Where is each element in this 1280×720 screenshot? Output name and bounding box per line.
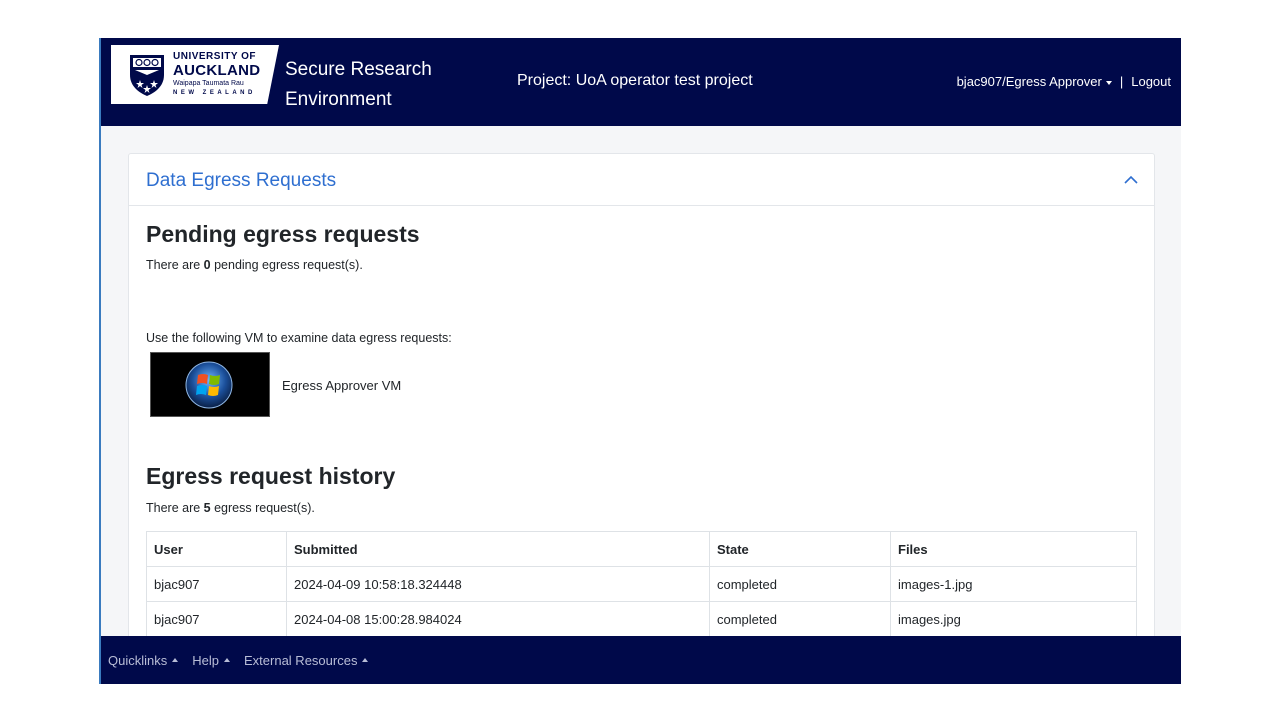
project-label: Project: UoA operator test project: [517, 72, 753, 89]
caret-up-icon: [362, 658, 369, 662]
history-text-after: egress request(s).: [210, 501, 315, 515]
cell-user: bjac907: [146, 601, 287, 637]
table-row: bjac907 2024-04-08 15:00:28.984024 compl…: [146, 601, 1137, 637]
cell-state: completed: [709, 601, 891, 637]
cell-files: images-1.jpg: [890, 566, 1137, 602]
table-row: bjac907 2024-04-09 10:58:18.324448 compl…: [146, 566, 1137, 602]
footer-quicklinks[interactable]: Quicklinks: [108, 652, 179, 668]
footer-external-label: External Resources: [244, 652, 358, 668]
pending-heading: Pending egress requests: [146, 221, 420, 247]
footer-external-resources[interactable]: External Resources: [244, 652, 369, 668]
pending-count: 0: [203, 258, 211, 272]
column-header[interactable]: User: [146, 531, 287, 567]
caret-up-icon: [172, 658, 179, 662]
university-logo[interactable]: UNIVERSITY OF AUCKLAND Waipapa Taumata R…: [111, 45, 279, 104]
footer-help[interactable]: Help: [192, 653, 230, 668]
card-title[interactable]: Data Egress Requests: [146, 170, 336, 192]
logout-link[interactable]: Logout: [1131, 74, 1171, 89]
nav-separator: |: [1119, 74, 1124, 89]
app-title[interactable]: Secure Research Environment: [285, 55, 455, 115]
cell-submitted: 2024-04-09 10:58:18.324448: [286, 566, 710, 602]
egress-requests-card: Data Egress Requests Pending egress requ…: [128, 153, 1155, 684]
footer-quicklinks-label: Quicklinks: [108, 652, 168, 668]
vm-tile[interactable]: [150, 352, 270, 417]
card-header[interactable]: Data Egress Requests: [129, 154, 1154, 206]
app-window: UNIVERSITY OF AUCKLAND Waipapa Taumata R…: [99, 38, 1181, 684]
history-text-before: There are: [146, 501, 204, 515]
crest-icon: [130, 55, 164, 96]
footer-help-label: Help: [192, 652, 219, 668]
chevron-up-icon[interactable]: [1122, 171, 1140, 189]
cell-state: completed: [709, 566, 891, 602]
windows-logo-icon: [185, 361, 233, 409]
logo-line1: UNIVERSITY OF: [173, 51, 256, 62]
logo-line3: Waipapa Taumata Rau: [173, 80, 244, 87]
caret-up-icon: [224, 658, 230, 662]
history-count-text: There are 5 egress request(s).: [146, 501, 315, 515]
cell-files: images.jpg: [890, 601, 1137, 637]
pending-text-after: pending egress request(s).: [210, 258, 363, 272]
logo-line4: NEW ZEALAND: [173, 90, 256, 96]
pending-text-before: There are: [146, 258, 204, 272]
user-area: bjac907/Egress Approver | Logout: [957, 74, 1171, 89]
top-navbar: UNIVERSITY OF AUCKLAND Waipapa Taumata R…: [101, 38, 1181, 126]
pending-count-text: There are 0 pending egress request(s).: [146, 258, 363, 272]
cell-user: bjac907: [146, 566, 287, 602]
history-count: 5: [203, 501, 211, 515]
caret-down-icon: [1105, 80, 1112, 85]
history-table: User Submitted State Files bjac907 2024-…: [146, 531, 1137, 637]
user-menu-dropdown[interactable]: bjac907/Egress Approver: [957, 74, 1112, 89]
footer-bar: Quicklinks Help External Resources: [101, 636, 1181, 684]
user-menu-label: bjac907/Egress Approver: [956, 74, 1102, 89]
cell-submitted: 2024-04-08 15:00:28.984024: [286, 601, 710, 637]
logo-line2: AUCKLAND: [173, 62, 261, 79]
history-heading: Egress request history: [146, 463, 396, 489]
column-header[interactable]: Files: [890, 531, 1137, 567]
logo-text: UNIVERSITY OF AUCKLAND Waipapa Taumata R…: [173, 51, 261, 97]
vm-instruction: Use the following VM to examine data egr…: [146, 331, 452, 345]
vm-label[interactable]: Egress Approver VM: [282, 378, 401, 393]
table-header-row: User Submitted State Files: [146, 531, 1137, 567]
column-header[interactable]: Submitted: [286, 531, 710, 567]
column-header[interactable]: State: [709, 531, 891, 567]
